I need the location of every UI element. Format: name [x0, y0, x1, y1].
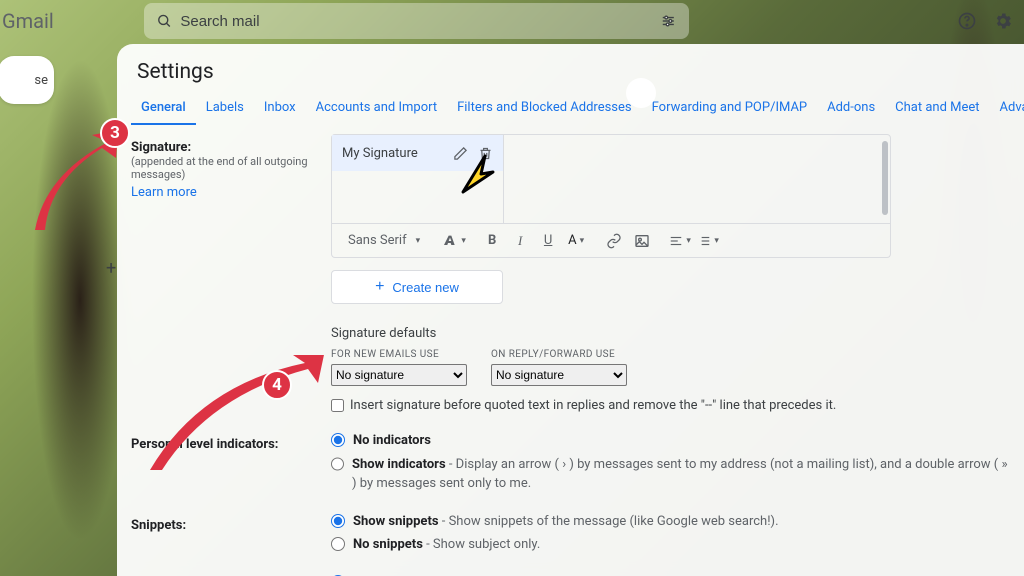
- settings-tabs: General Labels Inbox Accounts and Import…: [117, 94, 1024, 126]
- page-title: Settings: [117, 44, 1024, 94]
- annotation-arrow-4: [140, 355, 330, 475]
- image-button[interactable]: [630, 229, 654, 253]
- list-button[interactable]: [696, 229, 720, 253]
- snippets-label: Snippets:: [131, 516, 319, 533]
- show-snippets-radio[interactable]: [331, 514, 345, 528]
- tab-inbox[interactable]: Inbox: [254, 94, 306, 125]
- on-reply-select[interactable]: No signature: [491, 364, 627, 386]
- annotation-dot: [626, 78, 656, 108]
- for-new-select[interactable]: No signature: [331, 364, 467, 386]
- align-button[interactable]: [668, 229, 692, 253]
- tab-chat[interactable]: Chat and Meet: [885, 94, 989, 125]
- tab-accounts[interactable]: Accounts and Import: [306, 94, 447, 125]
- compose-button[interactable]: se: [0, 56, 54, 104]
- signature-item-name: My Signature: [342, 146, 418, 161]
- gmail-top-bar: Gmail: [0, 0, 1024, 42]
- tune-icon[interactable]: [660, 12, 677, 30]
- signature-defaults-title: Signature defaults: [331, 326, 1010, 341]
- tab-filters[interactable]: Filters and Blocked Addresses: [447, 94, 642, 125]
- signature-preview[interactable]: [504, 135, 890, 223]
- for-new-label: FOR NEW EMAILS USE: [331, 349, 467, 360]
- italic-button[interactable]: I: [508, 229, 532, 253]
- settings-gear-icon[interactable]: [992, 10, 1014, 32]
- signature-learn-more[interactable]: Learn more: [131, 185, 197, 200]
- tab-addons[interactable]: Add-ons: [817, 94, 885, 125]
- tab-general[interactable]: General: [131, 94, 196, 125]
- signature-editor: My Signature: [331, 134, 891, 224]
- plus-icon: +: [375, 278, 384, 296]
- signature-label: Signature:: [131, 138, 319, 155]
- scrollbar[interactable]: [882, 141, 888, 215]
- expand-sidebar-icon[interactable]: +: [106, 258, 116, 279]
- annotation-step-4: 4: [262, 370, 292, 400]
- underline-button[interactable]: U: [536, 229, 560, 253]
- signature-sublabel: (appended at the end of all outgoing mes…: [131, 155, 319, 181]
- annotation-arrow-3: [20, 130, 140, 240]
- on-reply-label: ON REPLY/FORWARD USE: [491, 349, 627, 360]
- search-icon: [156, 12, 173, 30]
- insert-signature-checkbox[interactable]: [331, 399, 344, 412]
- search-input[interactable]: [180, 13, 660, 30]
- create-new-signature-button[interactable]: + Create new: [331, 270, 503, 304]
- annotation-step-3: 3: [100, 118, 130, 148]
- no-indicators-radio[interactable]: [331, 433, 345, 447]
- tab-advanced[interactable]: Advanced: [990, 94, 1024, 125]
- insert-signature-label: Insert signature before quoted text in r…: [350, 398, 836, 413]
- signature-format-toolbar: Sans Serif B I U A: [331, 224, 891, 258]
- help-icon[interactable]: [956, 10, 978, 32]
- bold-button[interactable]: B: [480, 229, 504, 253]
- show-indicators-radio[interactable]: [331, 457, 344, 471]
- font-family-select[interactable]: Sans Serif: [342, 233, 426, 248]
- link-button[interactable]: [602, 229, 626, 253]
- cursor-pointer-icon: [455, 150, 495, 200]
- no-snippets-radio[interactable]: [331, 537, 345, 551]
- search-box[interactable]: [144, 3, 689, 39]
- tab-labels[interactable]: Labels: [196, 94, 254, 125]
- settings-panel: Settings General Labels Inbox Accounts a…: [117, 44, 1024, 576]
- tab-forwarding[interactable]: Forwarding and POP/IMAP: [642, 94, 818, 125]
- gmail-logo: Gmail: [2, 9, 54, 33]
- text-color-button[interactable]: A: [564, 229, 588, 253]
- font-size-button[interactable]: [442, 229, 466, 253]
